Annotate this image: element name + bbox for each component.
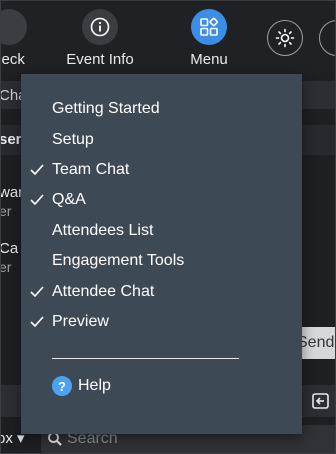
checkmark-icon — [30, 194, 44, 206]
top-toolbar: heck Event Info Menu — [1, 1, 335, 73]
menu-item-qa[interactable]: Q&A — [21, 188, 302, 214]
check-icon — [1, 9, 27, 45]
menu-item-label: Attendees List — [52, 222, 154, 239]
menu-item-getting-started[interactable]: Getting Started — [21, 97, 302, 123]
event-info-button[interactable]: Event Info — [65, 9, 135, 68]
menu-item-attendee-chat[interactable]: Attendee Chat — [21, 280, 302, 306]
checkmark-icon — [30, 164, 44, 176]
sun-icon — [275, 28, 295, 48]
menu-grid-icon — [191, 9, 227, 45]
menu-item-preview[interactable]: Preview — [21, 310, 302, 336]
menu-item-label: Q&A — [52, 191, 86, 208]
list-item-role: er — [0, 203, 12, 219]
menu-item-label: Team Chat — [52, 161, 130, 178]
help-label: Help — [78, 377, 111, 394]
toolbar-check-label: heck — [1, 51, 25, 68]
list-item-role: er — [0, 259, 12, 275]
checkmark-icon — [30, 286, 44, 298]
menu-item-team-chat[interactable]: Team Chat — [21, 158, 302, 184]
menu-item-label: Preview — [52, 313, 109, 330]
menu-item-label: Setup — [52, 131, 94, 148]
menu-item-help[interactable]: ? Help — [52, 375, 111, 397]
theme-toggle-button[interactable] — [267, 20, 303, 56]
toolbar-check-button[interactable]: heck — [1, 9, 37, 68]
menu-divider — [52, 358, 239, 359]
menu-item-label: Getting Started — [52, 100, 160, 117]
help-icon: ? — [52, 376, 72, 396]
menu-item-setup[interactable]: Setup — [21, 128, 302, 154]
menu-item-label: Engagement Tools — [52, 252, 185, 269]
exit-icon[interactable] — [311, 391, 331, 411]
menu-button[interactable]: Menu — [185, 9, 233, 68]
menu-item-attendees-list[interactable]: Attendees List — [21, 219, 302, 245]
toolbar-overflow-button[interactable] — [319, 20, 335, 56]
checkmark-icon — [30, 316, 44, 328]
menu-dropdown: Getting Started Setup Team Chat Q&A Atte… — [21, 74, 302, 434]
send-button[interactable]: Send — [297, 327, 335, 359]
menu-item-engagement-tools[interactable]: Engagement Tools — [21, 249, 302, 275]
info-icon — [82, 9, 118, 45]
event-info-label: Event Info — [66, 51, 134, 68]
list-item-name[interactable]: Ca — [1, 240, 18, 257]
menu-label: Menu — [190, 51, 228, 68]
menu-item-label: Attendee Chat — [52, 283, 155, 300]
app-window: heck Event Info Menu — [0, 0, 336, 454]
